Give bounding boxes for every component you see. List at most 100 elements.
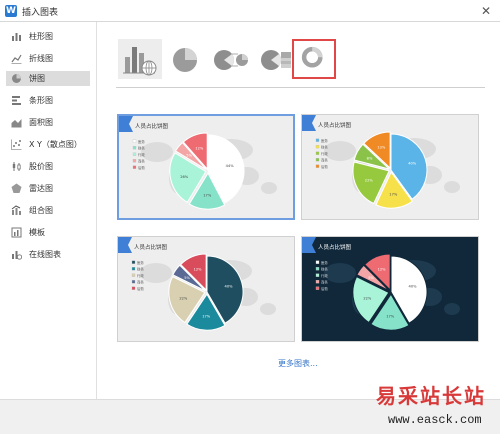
sidebar-item-label: 饼图 — [29, 74, 45, 83]
sidebar-item-stock[interactable]: 股价图 — [6, 159, 90, 174]
legend-swatch — [131, 267, 136, 271]
area-chart-icon — [11, 119, 22, 128]
legend-label: 财务 — [138, 146, 145, 151]
sidebar-item-bar[interactable]: 柱形图 — [6, 29, 90, 44]
legend-swatch — [131, 286, 136, 290]
slice-label: 40% — [225, 284, 234, 288]
legend-swatch — [315, 260, 320, 264]
legend-label: 医务 — [321, 260, 328, 265]
sidebar-item-horizontal-bar[interactable]: 条形图 — [6, 93, 90, 108]
sidebar-item-online[interactable]: 在线图表 — [6, 247, 90, 262]
watermark-url: www.easck.com — [388, 413, 482, 427]
window-title: 插入图表 — [22, 8, 59, 18]
legend-label: 商务 — [321, 158, 328, 163]
slice-label: 40% — [408, 161, 417, 165]
template-preview-graphic: 人员占比饼图医务财务行政商务后勤 44% 17% 26% 5%12% — [119, 116, 293, 218]
line-chart-icon — [11, 54, 22, 64]
bar-chart-icon — [12, 33, 21, 41]
slice-label: 12% — [195, 146, 204, 150]
pie-subtype-strip — [99, 22, 500, 92]
legend-label: 后勤 — [137, 286, 144, 291]
sidebar-item-pie[interactable]: 饼图 — [6, 71, 90, 86]
radar-chart-icon — [11, 183, 22, 193]
slice-label: 5% — [186, 154, 192, 158]
sidebar-item-label: 在线图表 — [29, 250, 61, 259]
pie-chart-icon — [12, 74, 21, 83]
legend-label: 医务 — [137, 260, 144, 265]
template-preview-graphic: 人员占比饼图医务财务行政商务后勤 40% 17% 22% 5% 12% — [118, 237, 294, 341]
legend-swatch — [132, 146, 137, 150]
stock-chart-icon — [12, 162, 21, 171]
horizontal-bar-icon — [12, 96, 21, 105]
template-title: 人员占比饼图 — [318, 121, 352, 129]
slice-label: 22% — [363, 297, 372, 301]
slice-label: 12% — [194, 268, 203, 272]
legend-swatch — [315, 158, 320, 162]
legend-swatch — [132, 152, 137, 156]
sidebar-item-label: 折线图 — [29, 54, 53, 63]
chart-template-thumbnail-icon[interactable] — [118, 39, 162, 79]
legend-label: 医务 — [138, 139, 145, 144]
legend-swatch — [132, 139, 137, 143]
template-title: 人员占比饼图 — [134, 243, 168, 251]
slice-label: 40% — [409, 284, 418, 288]
legend-label: 行政 — [321, 151, 328, 156]
sidebar-item-radar[interactable]: 雷达图 — [6, 181, 90, 196]
slice-label: 12% — [378, 268, 387, 272]
legend-swatch — [131, 273, 136, 277]
template-preview-graphic: 人员占比饼图医务财务行政商务后勤 40% 17% 22% 5% 12% — [302, 237, 478, 341]
pie-template-3[interactable]: 人员占比饼图 医务 财务 行政 商务 后勤 40% 17% 22% 5% 12% — [117, 236, 295, 342]
slice-label: 22% — [365, 179, 374, 183]
bar-of-pie-icon[interactable] — [253, 39, 297, 79]
legend-label: 行政 — [137, 273, 144, 278]
pie-template-2[interactable]: 人员占比饼图 医务财务 行政商务 后勤 40% 17% 22% 8% 13% — [301, 114, 479, 220]
legend-swatch — [315, 164, 320, 168]
legend-swatch — [131, 260, 136, 264]
combo-chart-icon — [11, 205, 21, 215]
more-charts-link[interactable]: 更多图表... — [278, 358, 318, 369]
legend-label: 医务 — [321, 138, 328, 143]
title-bar: W 插入图表 ✕ — [0, 0, 500, 22]
legend-label: 商务 — [138, 159, 145, 164]
legend-swatch — [315, 267, 320, 271]
online-chart-icon — [12, 251, 22, 260]
chart-type-sidebar: 柱形图 折线图 饼图 条形图 面积图 X Y（散点图） 股价图 雷达图 组合图 … — [0, 22, 97, 399]
slice-label: 44% — [226, 164, 235, 168]
sidebar-item-label: 股价图 — [29, 162, 53, 171]
sidebar-item-scatter[interactable]: X Y（散点图） — [6, 137, 90, 152]
legend-swatch — [132, 165, 137, 169]
template-title: 人员占比饼图 — [135, 122, 169, 130]
pie-of-pie-icon[interactable] — [208, 39, 252, 79]
sidebar-item-area[interactable]: 面积图 — [6, 115, 90, 130]
legend-label: 商务 — [321, 280, 328, 285]
pie-template-1[interactable]: 人员占比饼图 医务 财务 行政 商务 后勤 44% 17% 26% 5% 12% — [117, 114, 295, 220]
doughnut-icon[interactable] — [292, 39, 336, 79]
pie-template-4[interactable]: 人员占比饼图 医务 财务 行政 商务 后勤 40% 17% 22% 5% 12% — [301, 236, 479, 342]
slice-label: 5% — [368, 276, 374, 280]
legend-swatch — [315, 151, 320, 155]
legend-label: 后勤 — [321, 164, 328, 169]
close-icon[interactable]: ✕ — [478, 3, 494, 19]
slice-label: 8% — [367, 156, 373, 160]
sidebar-item-label: 组合图 — [29, 206, 53, 215]
sidebar-item-combo[interactable]: 组合图 — [6, 203, 90, 218]
sidebar-item-line[interactable]: 折线图 — [6, 51, 90, 66]
legend-label: 后勤 — [321, 286, 328, 291]
slice-label: 13% — [377, 146, 386, 150]
legend-label: 财务 — [321, 267, 328, 272]
sidebar-item-label: 雷达图 — [29, 184, 53, 193]
slice-label: 26% — [180, 175, 189, 179]
legend-label: 财务 — [321, 145, 328, 150]
slice-label: 17% — [389, 193, 398, 197]
sidebar-item-template[interactable]: 模板 — [6, 225, 90, 240]
slice-label: 5% — [184, 276, 190, 280]
legend-swatch — [315, 286, 320, 290]
template-preview-graphic: 人员占比饼图医务财务行政商务后勤 40% 17% 22% 8% 13% — [302, 115, 478, 219]
sidebar-item-label: 条形图 — [29, 96, 53, 105]
sidebar-item-label: X Y（散点图） — [29, 140, 82, 149]
scatter-chart-icon — [11, 139, 22, 150]
pie-icon[interactable] — [163, 39, 207, 79]
legend-label: 行政 — [321, 273, 328, 278]
template-icon — [11, 227, 22, 238]
template-title: 人员占比饼图 — [318, 243, 352, 251]
